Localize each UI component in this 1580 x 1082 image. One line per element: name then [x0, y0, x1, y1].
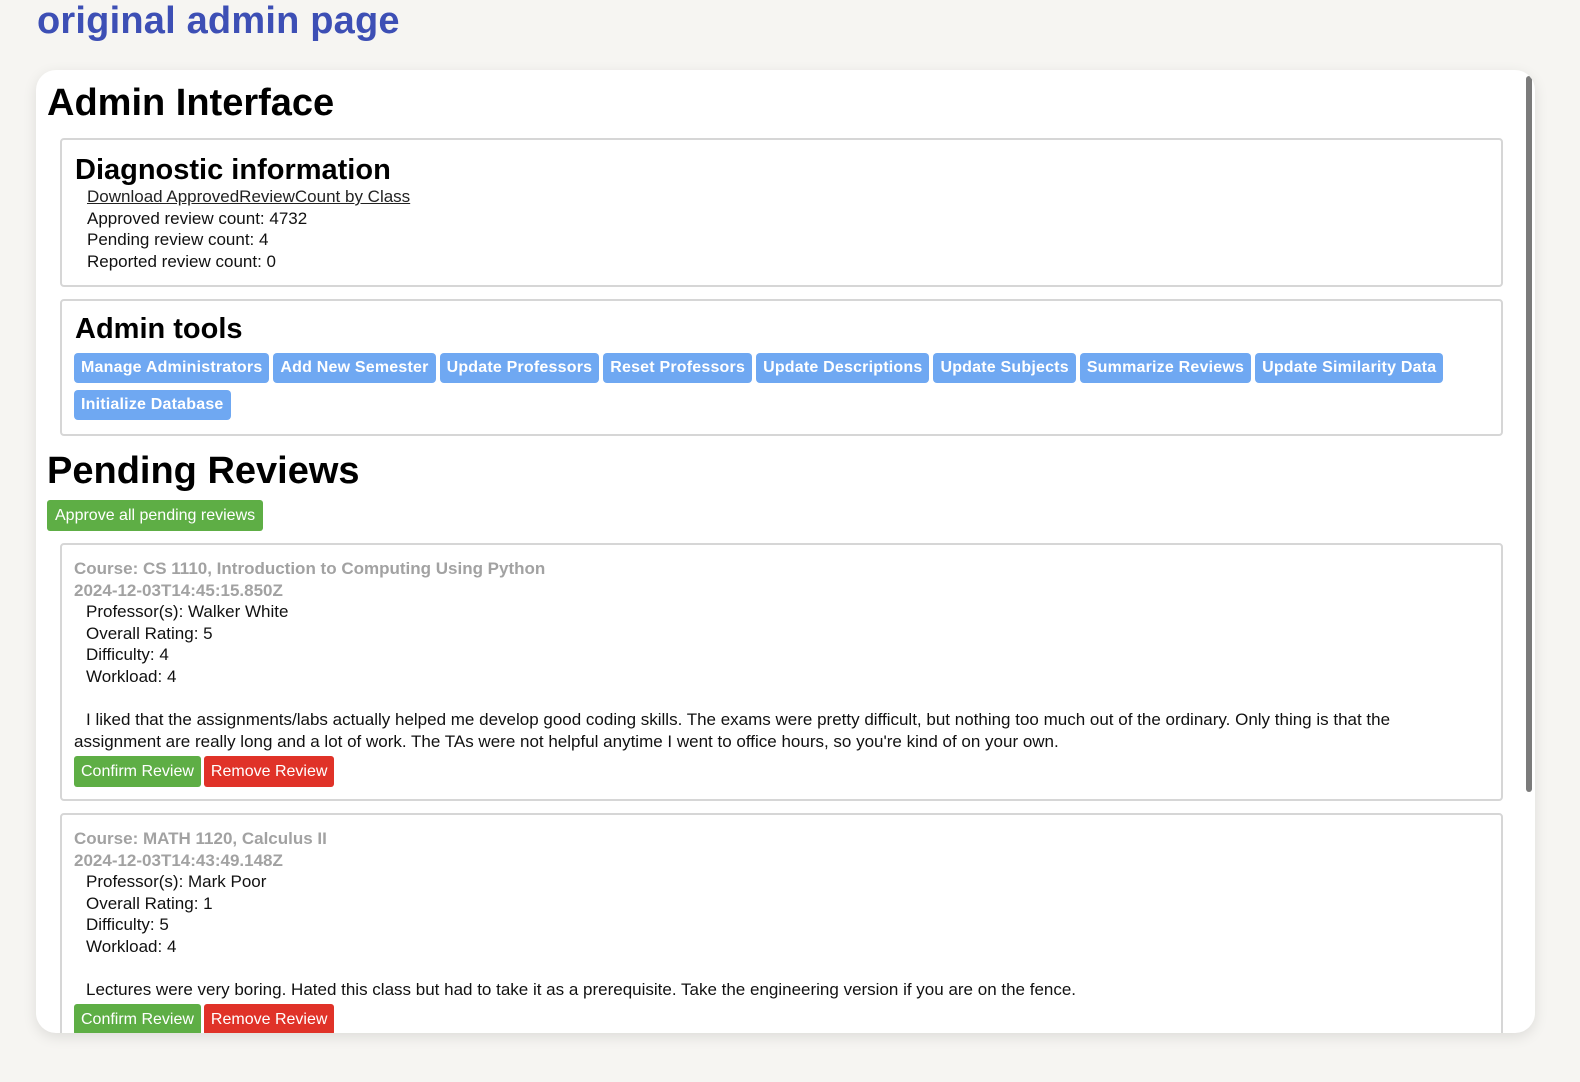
admin-tools-panel: Admin tools Manage Administrators Add New… — [60, 299, 1503, 436]
manage-administrators-button[interactable]: Manage Administrators — [74, 353, 270, 383]
reported-count: Reported review count: 0 — [87, 251, 276, 271]
page-title: Admin Interface — [47, 82, 335, 124]
review-card: Course: CS 1110, Introduction to Computi… — [60, 543, 1503, 801]
download-approved-count-link[interactable]: Download ApprovedReviewCount by Class — [87, 187, 410, 206]
diagnostic-lines: Download ApprovedReviewCount by Class Ap… — [87, 186, 410, 272]
approve-all-button[interactable]: Approve all pending reviews — [47, 500, 264, 531]
review-actions: Confirm Review Remove Review — [74, 756, 335, 787]
review-text: Lectures were very boring. Hated this cl… — [86, 980, 1077, 999]
remove-review-button[interactable]: Remove Review — [203, 756, 335, 787]
pending-reviews-title: Pending Reviews — [47, 450, 360, 492]
review-course: Course: MATH 1120, Calculus II — [74, 829, 327, 848]
review-workload: Workload: 4 — [86, 936, 177, 956]
review-professors: Professor(s): Walker White — [86, 602, 289, 621]
scrollbar[interactable] — [1526, 76, 1532, 792]
review-date: 2024-12-03T14:43:49.148Z — [74, 851, 283, 870]
reset-professors-button[interactable]: Reset Professors — [603, 353, 753, 383]
review-overall-rating: Overall Rating: 1 — [86, 893, 213, 913]
diagnostic-panel: Diagnostic information Download Approved… — [60, 138, 1503, 287]
review-card: Course: MATH 1120, Calculus II 2024-12-0… — [60, 813, 1503, 1033]
admin-tools-heading: Admin tools — [75, 313, 243, 345]
initialize-database-button[interactable]: Initialize Database — [74, 390, 231, 420]
review-overall-rating: Overall Rating: 5 — [86, 623, 213, 643]
add-new-semester-button[interactable]: Add New Semester — [273, 353, 436, 383]
review-date: 2024-12-03T14:45:15.850Z — [74, 581, 283, 600]
review-meta: Professor(s): Walker White Overall Ratin… — [86, 601, 288, 687]
review-course: Course: CS 1110, Introduction to Computi… — [74, 559, 546, 578]
review-difficulty: Difficulty: 5 — [86, 915, 169, 934]
diagnostic-heading: Diagnostic information — [75, 154, 391, 186]
page-caption: original admin page — [37, 0, 400, 42]
update-subjects-button[interactable]: Update Subjects — [933, 353, 1076, 383]
pending-count: Pending review count: 4 — [87, 230, 269, 249]
review-professors: Professor(s): Mark Poor — [86, 872, 267, 891]
admin-window: Admin Interface Diagnostic information D… — [36, 70, 1535, 1033]
update-similarity-data-button[interactable]: Update Similarity Data — [1255, 353, 1444, 383]
update-descriptions-button[interactable]: Update Descriptions — [756, 353, 930, 383]
review-actions: Confirm Review Remove Review — [74, 1004, 335, 1033]
summarize-reviews-button[interactable]: Summarize Reviews — [1079, 353, 1252, 383]
update-professors-button[interactable]: Update Professors — [439, 353, 600, 383]
review-workload: Workload: 4 — [86, 666, 177, 686]
approved-count: Approved review count: 4732 — [87, 208, 308, 228]
confirm-review-button[interactable]: Confirm Review — [74, 1004, 201, 1033]
review-text: I liked that the assignments/labs actual… — [74, 710, 1391, 751]
review-meta: Professor(s): Mark Poor Overall Rating: … — [86, 871, 266, 957]
remove-review-button[interactable]: Remove Review — [203, 1004, 335, 1033]
review-difficulty: Difficulty: 4 — [86, 645, 169, 664]
confirm-review-button[interactable]: Confirm Review — [74, 756, 201, 787]
admin-tools-buttons: Manage Administrators Add New Semester Upd… — [74, 353, 1484, 427]
